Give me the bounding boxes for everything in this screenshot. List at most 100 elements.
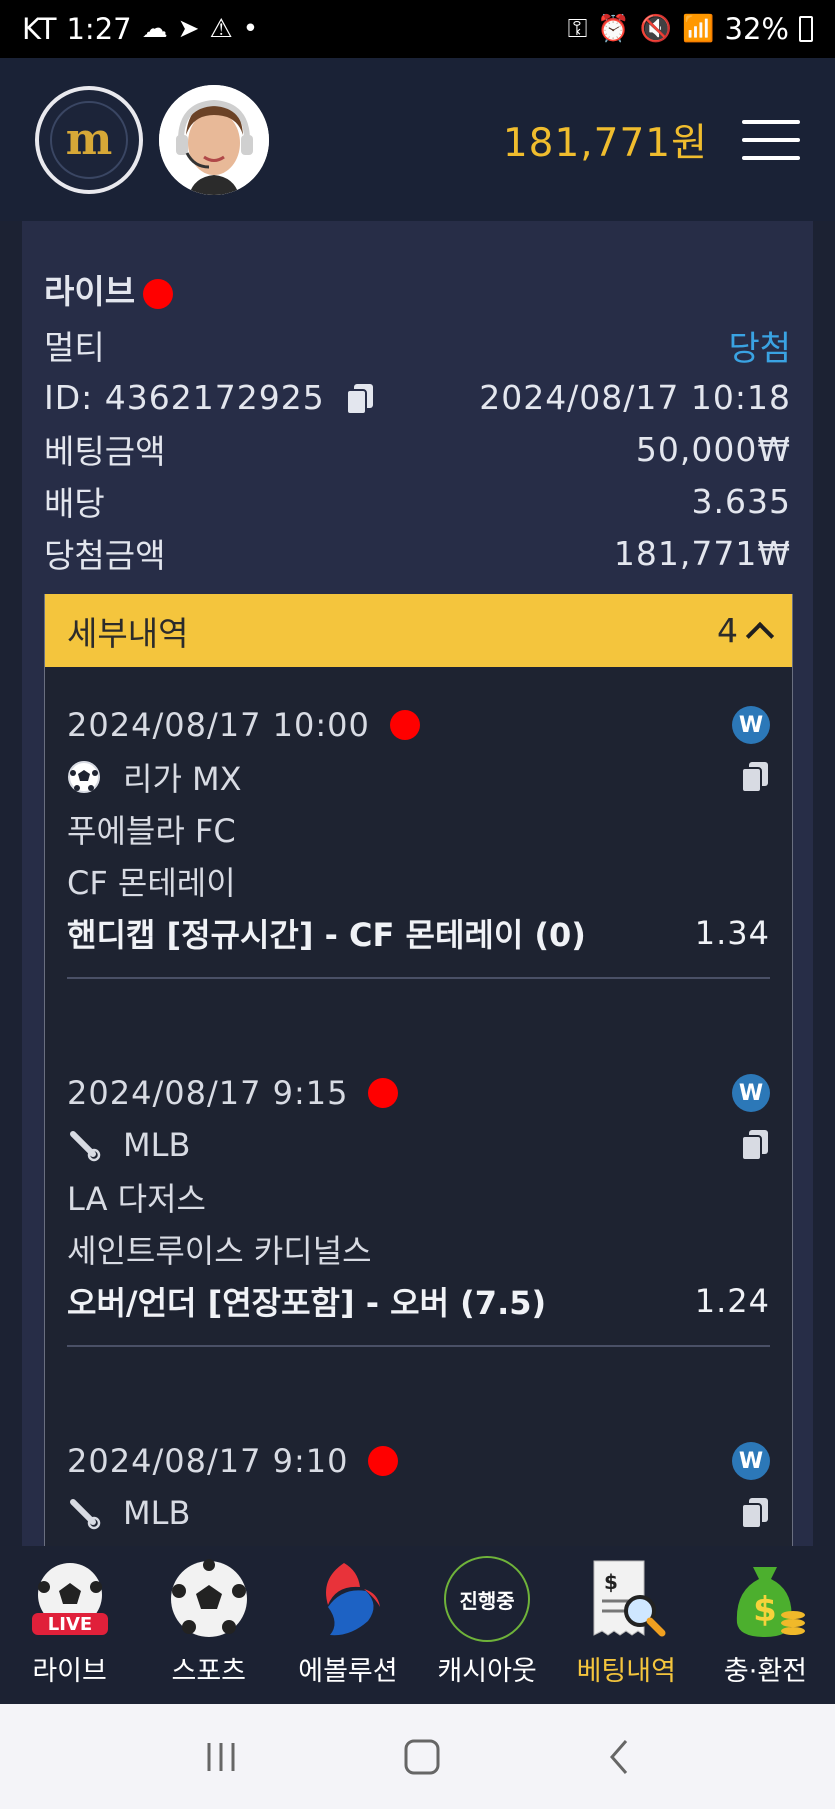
- details-count-wrap: 4: [717, 611, 775, 650]
- support-agent-avatar[interactable]: [159, 84, 269, 195]
- copy-icon[interactable]: [345, 382, 375, 416]
- evolution-logo-icon: [303, 1555, 393, 1643]
- home-icon[interactable]: [402, 1737, 442, 1777]
- stake-value: 50,000₩: [635, 429, 791, 469]
- home-team: 푸에블라 FC: [67, 812, 236, 850]
- balance-amount: 181,771원: [502, 120, 708, 166]
- win-badge: W: [732, 1074, 770, 1112]
- bet-time: 2024/08/17 10:00: [67, 706, 370, 744]
- bet-item: 2024/08/17 10:00 W 리가 MX 푸에블라 FC CF 몬테레이…: [45, 667, 792, 979]
- recent-apps-icon[interactable]: [201, 1739, 241, 1775]
- svg-text:$: $: [604, 1570, 618, 1594]
- live-dot-icon: [368, 1078, 399, 1108]
- battery-label: 32%: [724, 12, 789, 46]
- back-icon[interactable]: [604, 1737, 634, 1777]
- key-icon: ⚿: [567, 13, 588, 44]
- stake-label: 베팅금액: [44, 432, 166, 471]
- nav-item-deposit-withdraw[interactable]: $ 충·환전: [696, 1546, 835, 1704]
- pick-label: 오버/언더 [연장포함] - 오버 (7.5): [67, 1284, 547, 1322]
- league-name: MLB: [123, 1494, 191, 1532]
- brand-logo[interactable]: m: [35, 85, 143, 194]
- bottom-nav: LIVE 라이브 스포츠 에볼루션 진행중 캐시아웃 $ 베팅내역 $ 충·환전: [0, 1546, 835, 1704]
- bet-item: 2024/08/17 9:10 W MLB: [45, 1347, 792, 1539]
- status-right: ⚿ ⏰ 🔇 📶 32%: [568, 12, 813, 46]
- result-status: 당첨: [728, 328, 791, 369]
- cashout-ring: 진행중: [444, 1556, 531, 1642]
- nav-label: 캐시아웃: [437, 1656, 537, 1687]
- soccer-ball-icon: [164, 1555, 254, 1643]
- nav-label: 충·환전: [723, 1656, 807, 1687]
- bet-time-wrap: 2024/08/17 10:00: [67, 706, 420, 744]
- system-nav-bar: [0, 1704, 835, 1809]
- nav-item-live[interactable]: LIVE 라이브: [0, 1546, 139, 1704]
- odds-value: 3.635: [691, 481, 791, 521]
- chevron-up-icon: [745, 621, 775, 650]
- cashout-icon: 진행중: [442, 1555, 532, 1643]
- hamburger-menu-button[interactable]: [742, 119, 800, 160]
- live-ball-icon: LIVE: [25, 1555, 115, 1643]
- odds-row: 배당 3.635: [44, 475, 791, 527]
- live-dot-icon: [389, 710, 420, 740]
- warning-icon: ⚠: [209, 14, 233, 44]
- win-badge: W: [732, 1442, 770, 1480]
- payout-label: 당첨금액: [44, 536, 166, 575]
- baseball-bat-icon: [70, 1131, 101, 1162]
- baseball-bat-icon: [70, 1499, 101, 1530]
- pick-odds: 1.24: [694, 1282, 770, 1320]
- pick-label: 핸디캡 [정규시간] - CF 몬테레이 (0): [67, 916, 586, 954]
- app-header: m 181,771원: [0, 58, 835, 221]
- receipt-search-icon: $: [581, 1555, 671, 1643]
- away-team: CF 몬테레이: [67, 864, 236, 902]
- payout-value: 181,771₩: [613, 533, 791, 573]
- nav-label: 라이브: [32, 1656, 107, 1687]
- league-name: 리가 MX: [123, 760, 242, 798]
- away-team: 세인트루이스 카디널스: [67, 1232, 372, 1270]
- league-row: 리가 MX: [67, 751, 770, 803]
- svg-text:LIVE: LIVE: [47, 1614, 91, 1635]
- home-team: LA 다저스: [67, 1180, 206, 1218]
- bet-time: 2024/08/17 9:15: [67, 1074, 349, 1112]
- details-title: 세부내역: [67, 613, 189, 653]
- league-wrap: MLB: [67, 1126, 190, 1164]
- bet-time-wrap: 2024/08/17 9:15: [67, 1074, 399, 1112]
- bet-time-row: 2024/08/17 9:10 W: [67, 1435, 770, 1487]
- bet-datetime: 2024/08/17 10:18: [479, 377, 791, 417]
- pick-row: 핸디캡 [정규시간] - CF 몬테레이 (0) 1.34: [67, 907, 770, 959]
- details-section: 세부내역 4 2024/08/17 10:00 W 리가 MX 푸에블라 FC …: [44, 594, 793, 1546]
- bet-history-panel: 라이브 멀티 당첨 ID: 4362172925 2024/08/17 10:1…: [22, 221, 813, 1546]
- league-name: MLB: [123, 1126, 191, 1164]
- league-wrap: 리가 MX: [67, 754, 242, 800]
- bet-type-row: 라이브: [44, 259, 791, 319]
- bet-time-row: 2024/08/17 9:15 W: [67, 1067, 770, 1119]
- money-bag-icon: $: [720, 1555, 810, 1643]
- nav-item-cashout[interactable]: 진행중 캐시아웃: [418, 1546, 557, 1704]
- nav-label: 에볼루션: [298, 1656, 398, 1687]
- nav-label: 베팅내역: [576, 1656, 676, 1687]
- pick-row: 오버/언더 [연장포함] - 오버 (7.5) 1.24: [67, 1275, 770, 1327]
- cloud-icon: ☁: [141, 14, 168, 44]
- logo-m-icon: m: [65, 114, 113, 165]
- bet-summary: 라이브 멀티 당첨 ID: 4362172925 2024/08/17 10:1…: [22, 221, 813, 579]
- carrier-label: KT: [22, 12, 57, 46]
- nav-label: 스포츠: [171, 1656, 247, 1687]
- nav-item-evolution[interactable]: 에볼루션: [278, 1546, 417, 1704]
- bet-time-row: 2024/08/17 10:00 W: [67, 699, 770, 751]
- nav-item-bet-history[interactable]: $ 베팅내역: [557, 1546, 696, 1704]
- copy-icon[interactable]: [740, 760, 770, 794]
- league-row: MLB: [67, 1119, 770, 1171]
- svg-text:$: $: [754, 1590, 778, 1630]
- bet-kind-label: 멀티: [44, 328, 105, 367]
- nav-item-sports[interactable]: 스포츠: [139, 1546, 278, 1704]
- menu-line: [742, 155, 800, 160]
- live-dot-icon: [143, 278, 174, 309]
- payout-row: 당첨금액 181,771₩: [44, 527, 791, 579]
- copy-icon[interactable]: [740, 1128, 770, 1162]
- bet-time: 2024/08/17 9:10: [67, 1442, 349, 1480]
- copy-icon[interactable]: [740, 1496, 770, 1530]
- bet-id-row: ID: 4362172925 2024/08/17 10:18: [44, 371, 791, 423]
- bet-time-wrap: 2024/08/17 9:10: [67, 1442, 399, 1480]
- details-toggle[interactable]: 세부내역 4: [45, 594, 792, 667]
- battery-icon: [799, 16, 813, 42]
- mute-icon: 🔇: [639, 14, 673, 44]
- bet-id: ID: 4362172925: [44, 378, 375, 417]
